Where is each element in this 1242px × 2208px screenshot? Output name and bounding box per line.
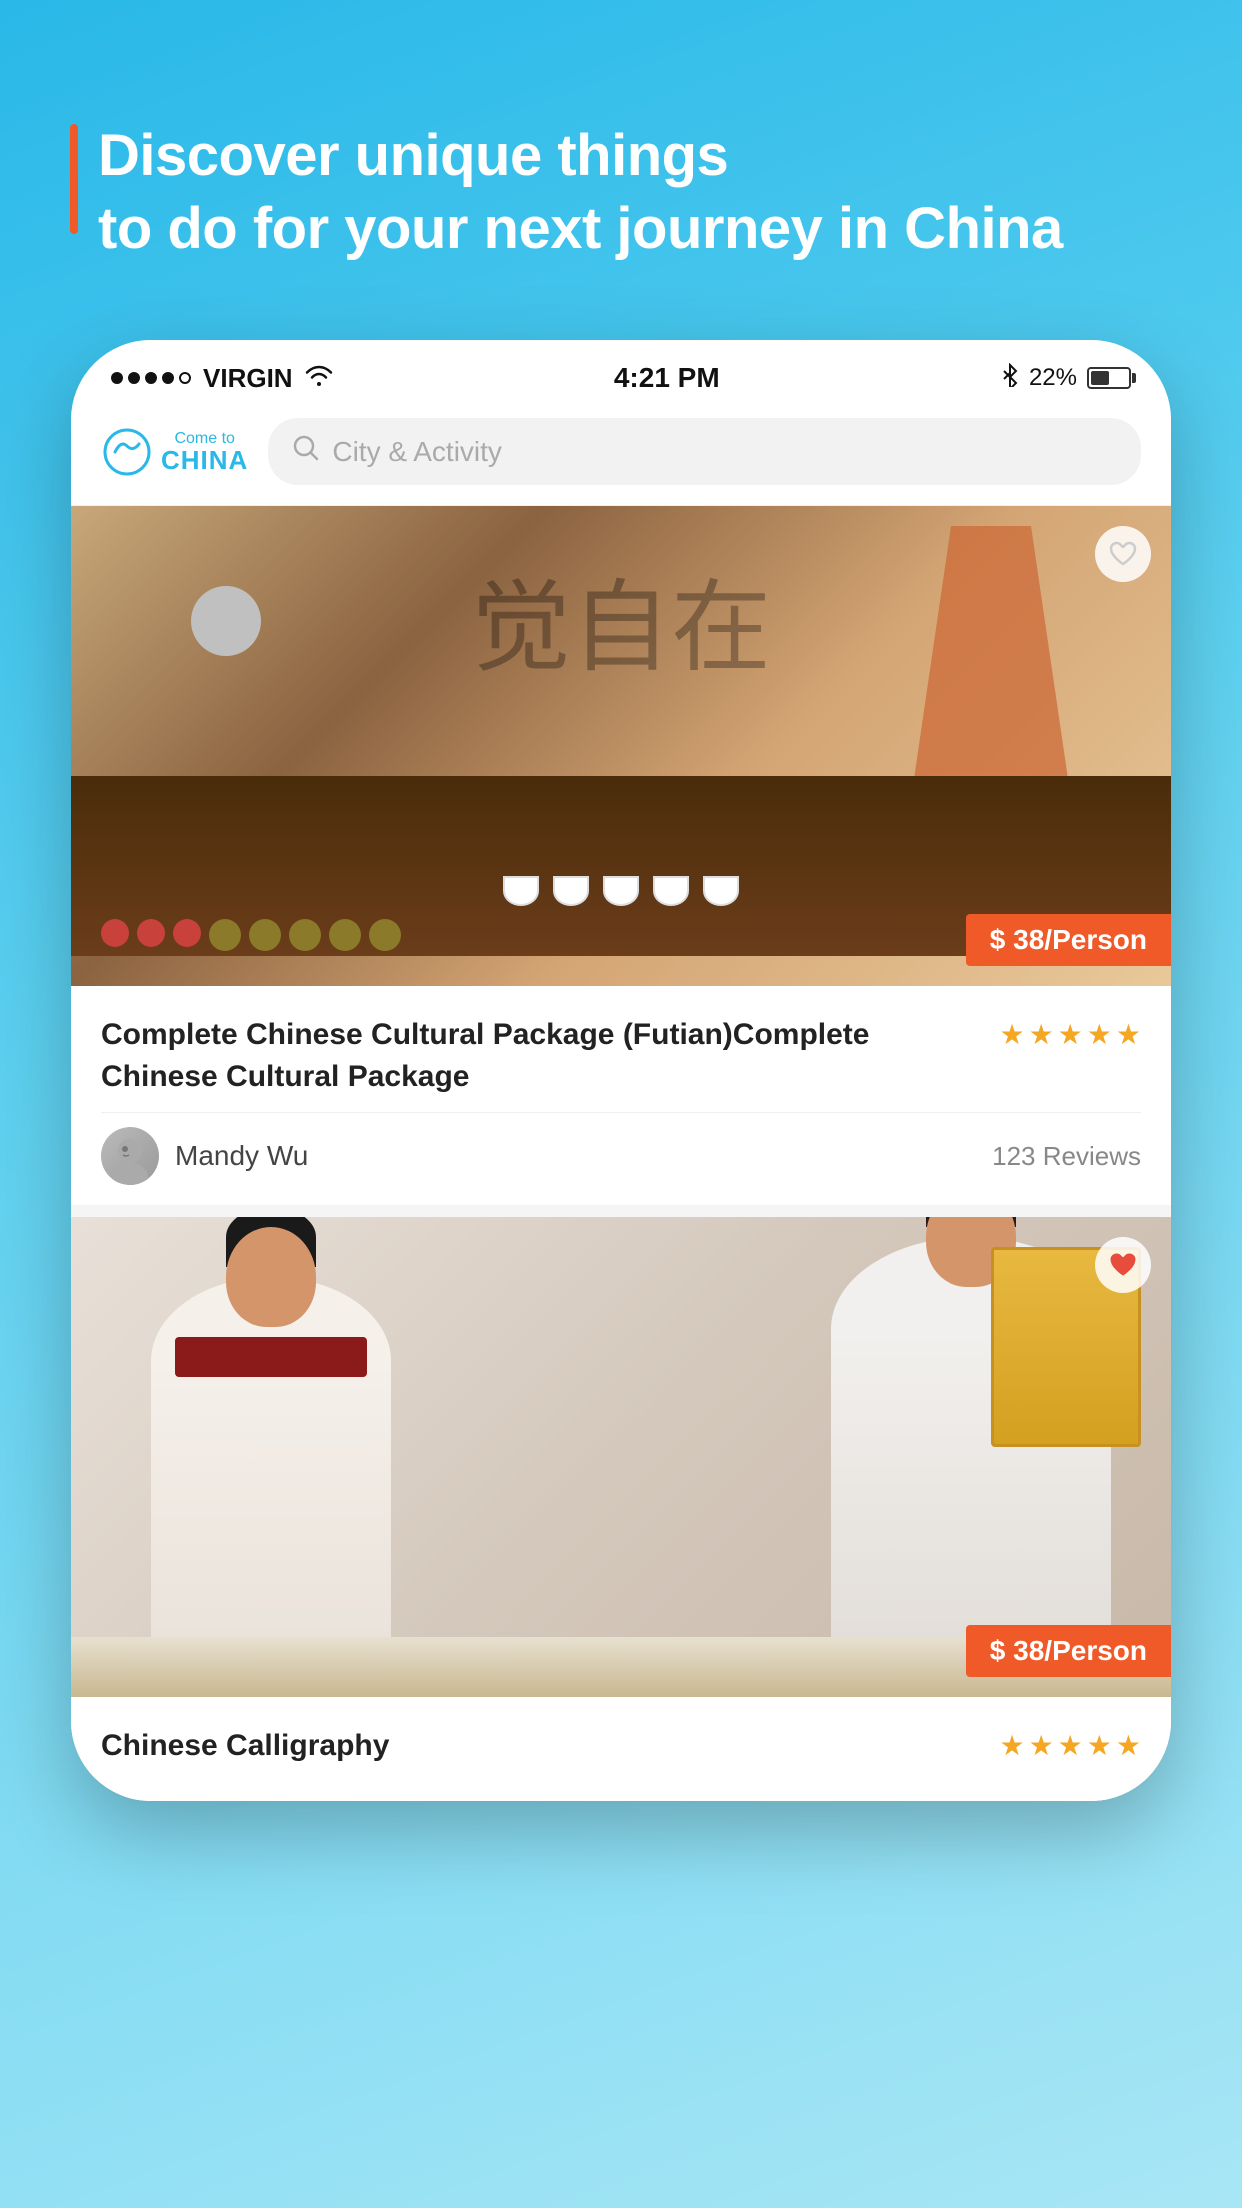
scarf — [175, 1337, 367, 1377]
wifi-icon — [305, 364, 333, 392]
signal-dot-1 — [111, 372, 123, 384]
heart-button-1[interactable] — [1095, 526, 1151, 582]
battery-icon — [1087, 367, 1131, 389]
tea-fruit-8 — [369, 919, 401, 951]
stars-row-2: ★ ★ ★ ★ ★ — [999, 1729, 1141, 1762]
tea-fruit-2 — [137, 919, 165, 947]
signal-dot-3 — [145, 372, 157, 384]
price-badge-2: $ 38/Person — [966, 1625, 1171, 1677]
tea-fruit-7 — [329, 919, 361, 951]
tea-cup-2 — [553, 876, 589, 906]
hero-section: Discover unique things to do for your ne… — [0, 0, 1242, 325]
star-3: ★ — [1058, 1018, 1083, 1051]
star2-2: ★ — [1029, 1729, 1054, 1762]
phone-container: VIRGIN 4:21 PM 22% — [71, 340, 1171, 2140]
card-divider — [71, 1205, 1171, 1217]
host-row-1: Mandy Wu — [101, 1127, 308, 1185]
tea-fruit-5 — [249, 919, 281, 951]
app-logo-text: Come to CHINA — [161, 431, 248, 473]
search-icon — [292, 434, 320, 469]
person1-head — [226, 1227, 316, 1327]
tea-cup-1 — [503, 876, 539, 906]
tea-fruit-6 — [289, 919, 321, 951]
reviews-count-1: 123 Reviews — [992, 1141, 1141, 1172]
status-left: VIRGIN — [111, 363, 333, 394]
carrier-label: VIRGIN — [203, 363, 293, 394]
host-name-1: Mandy Wu — [175, 1140, 308, 1172]
host-avatar-img-1 — [101, 1127, 159, 1185]
tea-cup-3 — [603, 876, 639, 906]
card-title-row-2: Chinese Calligraphy ★ ★ ★ ★ ★ — [101, 1725, 1141, 1767]
status-time: 4:21 PM — [614, 362, 720, 394]
phone-frame: VIRGIN 4:21 PM 22% — [71, 340, 1171, 1801]
star-4: ★ — [1087, 1018, 1112, 1051]
card-calligraphy: $ 38/Person Chinese Calligraphy ★ ★ ★ ★ … — [71, 1217, 1171, 1801]
tea-fruit-1 — [101, 919, 129, 947]
tea-fruit-row — [101, 919, 401, 951]
card-tea-ceremony: 觉自在 — [71, 506, 1171, 1205]
status-bar: VIRGIN 4:21 PM 22% — [71, 340, 1171, 408]
search-placeholder: City & Activity — [332, 436, 502, 468]
tea-cup-4 — [653, 876, 689, 906]
search-bar-row: Come to CHINA City & Activity — [71, 408, 1171, 506]
price-badge-1: $ 38/Person — [966, 914, 1171, 966]
battery-fill — [1091, 371, 1109, 385]
card-title-2: Chinese Calligraphy — [101, 1725, 979, 1767]
signal-dots — [111, 372, 191, 384]
card-meta-row-1: Mandy Wu 123 Reviews — [101, 1112, 1141, 1185]
card-image-tea: 觉自在 — [71, 506, 1171, 986]
status-right: 22% — [1001, 363, 1131, 394]
calligraphy-characters: 觉自在 — [471, 546, 771, 691]
card-title-1: Complete Chinese Cultural Package (Futia… — [101, 1014, 979, 1098]
star2-4: ★ — [1087, 1729, 1112, 1762]
teapot — [191, 586, 261, 656]
signal-dot-4 — [162, 372, 174, 384]
card-title-row-1: Complete Chinese Cultural Package (Futia… — [101, 1014, 1141, 1098]
star2-5: ★ — [1116, 1729, 1141, 1762]
tea-fruit-3 — [173, 919, 201, 947]
hero-title: Discover unique things to do for your ne… — [98, 120, 1063, 265]
card-image-calligraphy: $ 38/Person — [71, 1217, 1171, 1697]
signal-dot-2 — [128, 372, 140, 384]
card-info-2: Chinese Calligraphy ★ ★ ★ ★ ★ — [71, 1697, 1171, 1801]
heart-button-2[interactable] — [1095, 1237, 1151, 1293]
accent-bar — [70, 124, 78, 234]
host-avatar-1 — [101, 1127, 159, 1185]
logo-icon-svg — [101, 426, 153, 478]
tea-fruit-4 — [209, 919, 241, 951]
search-field[interactable]: City & Activity — [268, 418, 1141, 485]
star-1: ★ — [999, 1018, 1024, 1051]
star-5-half: ★ — [1116, 1018, 1141, 1051]
star2-3: ★ — [1058, 1729, 1083, 1762]
card-info-1: Complete Chinese Cultural Package (Futia… — [71, 986, 1171, 1205]
bluetooth-icon — [1001, 363, 1019, 394]
star2-1: ★ — [999, 1729, 1024, 1762]
tea-cup-5 — [703, 876, 739, 906]
stars-row-1: ★ ★ ★ ★ ★ — [999, 1018, 1141, 1051]
app-logo: Come to CHINA — [101, 426, 248, 478]
battery-percentage: 22% — [1029, 364, 1077, 392]
tea-cups-row — [503, 876, 739, 906]
person1 — [151, 1277, 391, 1697]
signal-dot-5 — [179, 372, 191, 384]
star-2: ★ — [1029, 1018, 1054, 1051]
logo-china: CHINA — [161, 447, 248, 473]
